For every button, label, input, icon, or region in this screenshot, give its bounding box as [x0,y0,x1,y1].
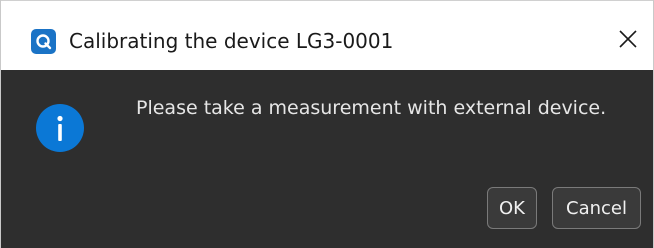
info-icon [36,104,84,152]
dialog-message: Please take a measurement with external … [136,97,607,119]
title-bar[interactable]: Calibrating the device LG3-0001 [1,0,653,70]
ok-button[interactable]: OK [487,187,537,229]
app-logo-icon [31,29,56,54]
dialog-content: Please take a measurement with external … [1,70,653,248]
close-icon [618,29,638,53]
dialog-window: Calibrating the device LG3-0001 Please t… [0,0,654,248]
window-title: Calibrating the device LG3-0001 [69,29,394,53]
close-button[interactable] [603,15,653,67]
cancel-button[interactable]: Cancel [552,187,641,229]
